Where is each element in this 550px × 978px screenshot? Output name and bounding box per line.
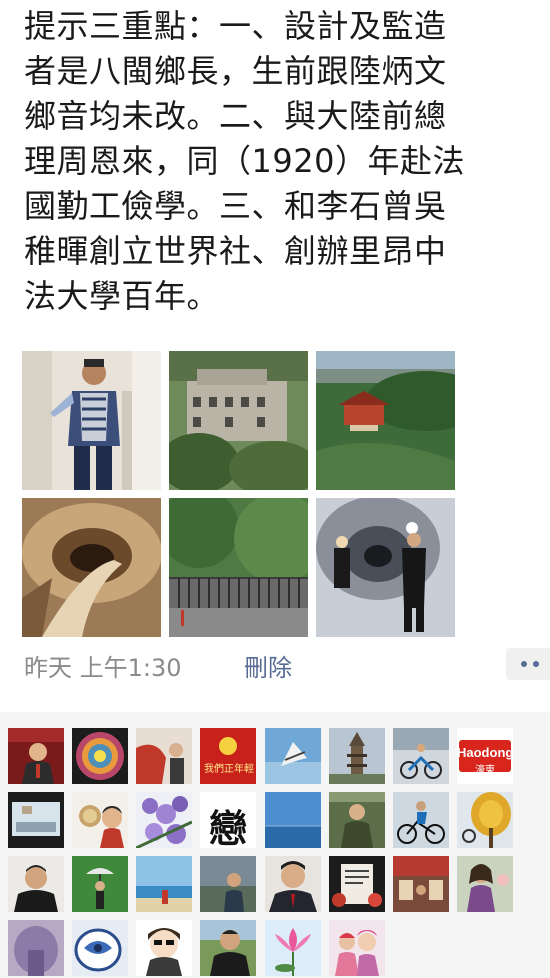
post-text: 提示三重點：一、設計及監造 者是八閩鄉長，生前跟陸炳文 鄉音均未改。二、與大陸前… bbox=[24, 4, 546, 319]
liker-avatar[interactable] bbox=[200, 920, 256, 976]
liker-avatar[interactable] bbox=[265, 920, 321, 976]
haodong-brand: Haodong bbox=[457, 745, 513, 760]
post-meta: 昨天 上午1:30 刪除 bbox=[24, 646, 550, 686]
post-line: 理周恩來，同（1920）年赴法 bbox=[24, 142, 465, 180]
liker-avatar[interactable] bbox=[265, 728, 321, 784]
liker-avatar[interactable] bbox=[8, 920, 64, 976]
liker-avatar[interactable] bbox=[329, 856, 385, 912]
dot-icon bbox=[533, 661, 539, 667]
post-line: 國勤工儉學。三、和李石曾吳 bbox=[24, 187, 447, 225]
liker-avatar[interactable] bbox=[457, 856, 513, 912]
liker-avatar[interactable] bbox=[8, 728, 64, 784]
liker-avatar[interactable] bbox=[393, 792, 449, 848]
liker-avatar[interactable] bbox=[329, 920, 385, 976]
liker-avatar[interactable] bbox=[72, 792, 128, 848]
post-line: 鄉音均未改。二、與大陸前總 bbox=[24, 97, 447, 135]
photo-thumbnail[interactable] bbox=[169, 351, 308, 490]
likes-panel: 我們正年輕 Haodong 濠東 戀 bbox=[0, 712, 550, 978]
photo-grid bbox=[22, 351, 462, 637]
photo-thumbnail[interactable] bbox=[316, 351, 455, 490]
photo-thumbnail[interactable] bbox=[169, 498, 308, 637]
post-line: 法大學百年。 bbox=[24, 277, 220, 315]
liker-avatar[interactable]: 戀 bbox=[200, 792, 256, 848]
liker-avatar[interactable] bbox=[72, 920, 128, 976]
photo-thumbnail[interactable] bbox=[22, 498, 161, 637]
liker-avatar[interactable] bbox=[136, 792, 192, 848]
liker-avatar[interactable] bbox=[265, 792, 321, 848]
liker-avatar[interactable]: Haodong 濠東 bbox=[457, 728, 513, 784]
badge-text: 我們正年輕 bbox=[204, 764, 254, 775]
liker-avatar[interactable] bbox=[393, 856, 449, 912]
dot-icon bbox=[521, 661, 527, 667]
liker-avatar[interactable] bbox=[8, 856, 64, 912]
more-options-button[interactable] bbox=[506, 648, 550, 680]
liker-avatar[interactable] bbox=[200, 856, 256, 912]
post-line: 稚暉創立世界社、創辦里昂中 bbox=[24, 232, 447, 270]
liker-avatar[interactable] bbox=[329, 728, 385, 784]
photo-thumbnail[interactable] bbox=[316, 498, 455, 637]
post-line: 提示三重點：一、設計及監造 bbox=[24, 7, 447, 45]
calligraphy-text: 戀 bbox=[208, 806, 247, 848]
post-timestamp: 昨天 上午1:30 bbox=[24, 654, 182, 682]
liker-avatar[interactable] bbox=[265, 856, 321, 912]
delete-button[interactable]: 刪除 bbox=[244, 648, 292, 683]
liker-avatar[interactable] bbox=[72, 728, 128, 784]
haodong-sub: 濠東 bbox=[475, 765, 495, 776]
liker-avatar[interactable] bbox=[457, 792, 513, 848]
liker-avatar[interactable]: 我們正年輕 bbox=[200, 728, 256, 784]
liker-avatar[interactable] bbox=[136, 856, 192, 912]
post-line: 者是八閩鄉長，生前跟陸炳文 bbox=[24, 52, 447, 90]
liker-avatar[interactable] bbox=[136, 920, 192, 976]
liker-avatar[interactable] bbox=[136, 728, 192, 784]
liker-avatar[interactable] bbox=[72, 856, 128, 912]
liker-avatar[interactable] bbox=[393, 728, 449, 784]
liker-avatar[interactable] bbox=[329, 792, 385, 848]
liker-avatar[interactable] bbox=[8, 792, 64, 848]
photo-thumbnail[interactable] bbox=[22, 351, 161, 490]
